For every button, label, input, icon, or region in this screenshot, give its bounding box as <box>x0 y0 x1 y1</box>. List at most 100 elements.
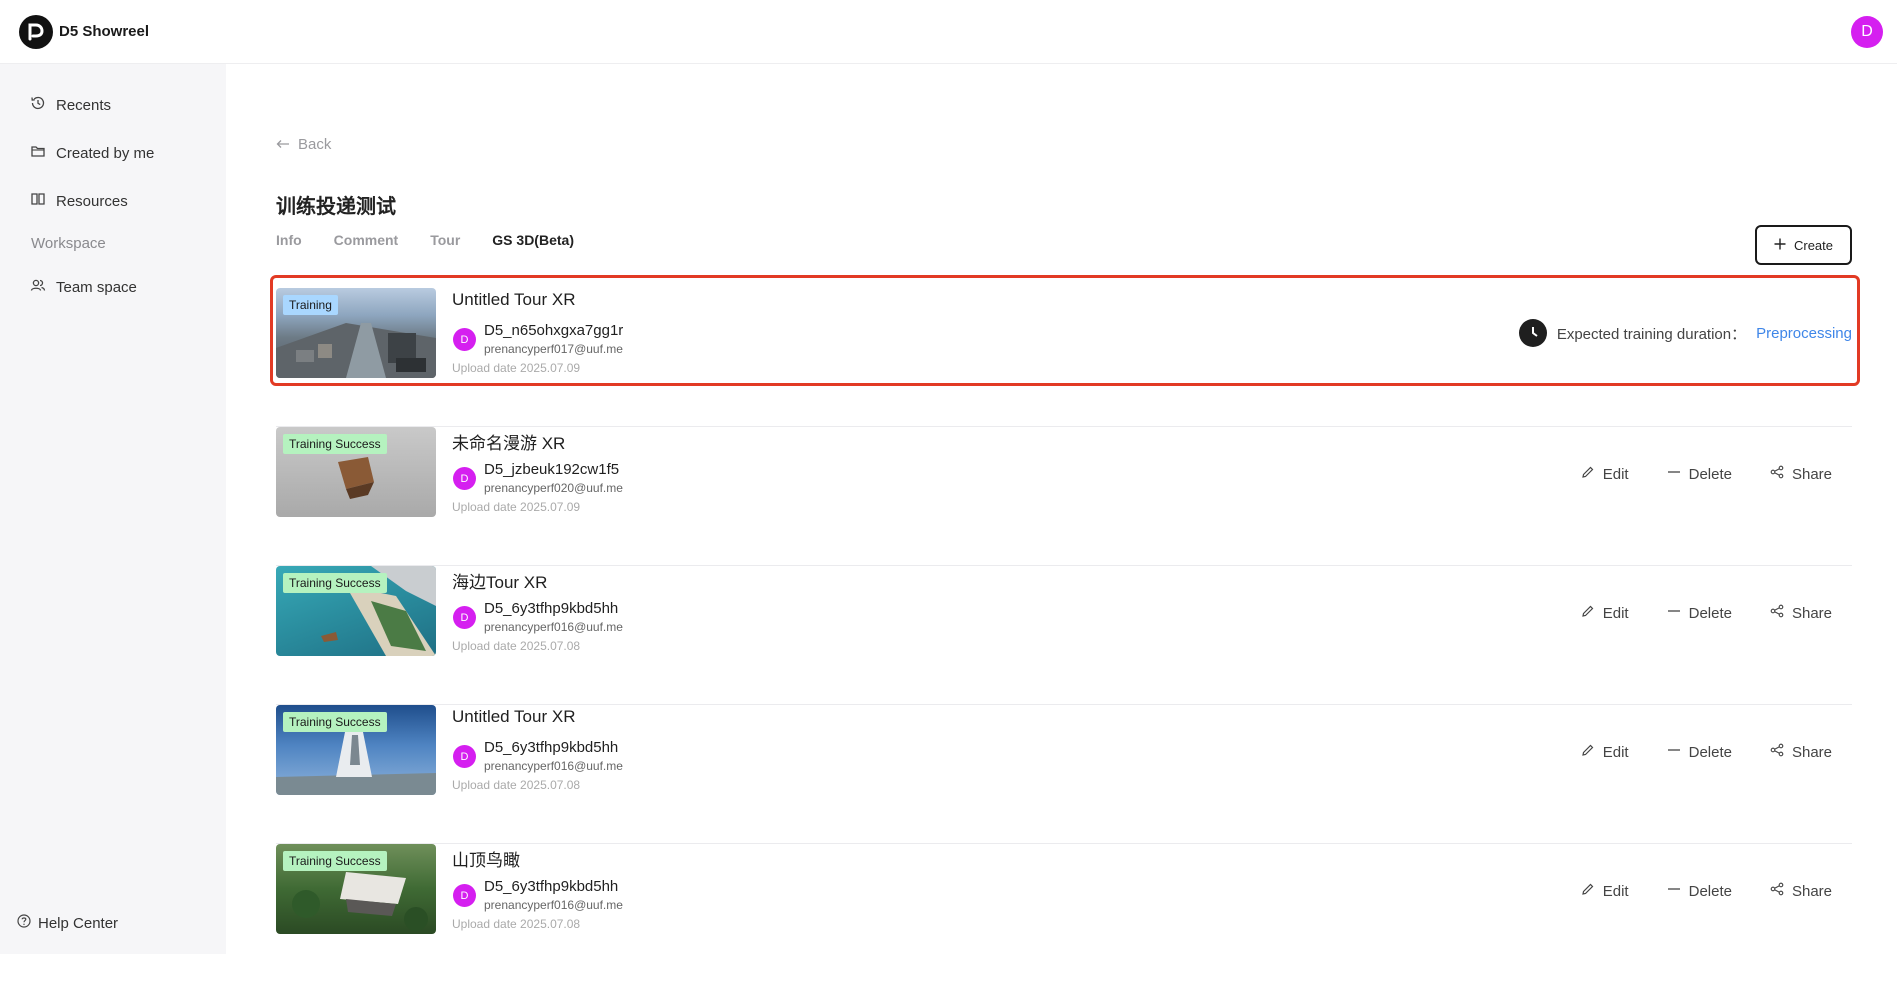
pencil-icon <box>1581 465 1595 483</box>
user-avatar[interactable]: D <box>1851 16 1883 48</box>
row-email: prenancyperf017@uuf.me <box>484 342 623 356</box>
thumbnail[interactable]: Training Success <box>276 566 436 656</box>
avatar: D <box>453 328 476 351</box>
edit-button[interactable]: Edit <box>1581 465 1629 483</box>
edit-label: Edit <box>1602 743 1629 761</box>
sidebar: Recents Created by me Resources Workspac… <box>0 64 226 954</box>
clock-icon <box>1518 319 1547 347</box>
sidebar-item-resources[interactable]: Resources <box>30 191 128 211</box>
list-item[interactable]: Training Success Untitled Tour XR D D5_6… <box>276 705 1852 844</box>
pencil-icon <box>1581 882 1595 900</box>
preprocessing-link[interactable]: Preprocessing <box>1756 325 1852 342</box>
upload-date: Upload date 2025.07.08 <box>452 778 581 792</box>
share-button[interactable]: Share <box>1770 882 1832 900</box>
thumbnail[interactable]: Training Success <box>276 427 436 517</box>
edit-label: Edit <box>1602 604 1629 622</box>
training-status-badge: Training <box>283 295 338 315</box>
row-title[interactable]: 海边Tour XR <box>452 568 547 593</box>
delete-label: Delete <box>1688 465 1732 483</box>
edit-button[interactable]: Edit <box>1581 743 1629 761</box>
list-item[interactable]: Training Success 海边Tour XR D D5_6y3tfhp9… <box>276 566 1852 705</box>
training-status: Expected training duration： Preprocessin… <box>1518 319 1852 347</box>
sidebar-item-created-by-me[interactable]: Created by me <box>30 143 154 163</box>
minus-icon <box>1667 604 1681 622</box>
upload-date: Upload date 2025.07.09 <box>452 500 581 514</box>
share-icon <box>1770 743 1784 761</box>
row-title[interactable]: Untitled Tour XR <box>452 290 575 310</box>
d5-logo-icon[interactable] <box>19 15 53 49</box>
back-label: Back <box>298 136 332 153</box>
tab-tour[interactable]: Tour <box>430 232 460 248</box>
thumbnail[interactable]: Training Success <box>276 705 436 795</box>
row-email: prenancyperf020@uuf.me <box>484 481 623 495</box>
row-username: D5_6y3tfhp9kbd5hh <box>484 600 619 617</box>
avatar: D <box>453 606 476 629</box>
share-icon <box>1770 882 1784 900</box>
avatar: D <box>453 745 476 768</box>
training-success-badge: Training Success <box>283 573 387 593</box>
avatar: D <box>453 884 476 907</box>
tab-gs-3d[interactable]: GS 3D(Beta) <box>492 232 574 248</box>
history-icon <box>30 95 46 115</box>
training-success-badge: Training Success <box>283 434 387 454</box>
create-button[interactable]: Create <box>1755 225 1852 265</box>
back-button[interactable]: Back <box>276 136 331 153</box>
help-icon <box>17 914 31 932</box>
row-title[interactable]: 未命名漫游 XR <box>452 429 565 454</box>
row-username: D5_n65ohxgxa7gg1r <box>484 322 624 339</box>
row-email: prenancyperf016@uuf.me <box>484 759 623 773</box>
row-actions: Edit Delete Share <box>1581 882 1832 900</box>
folder-icon <box>30 143 46 163</box>
arrow-left-icon <box>276 136 290 153</box>
delete-button[interactable]: Delete <box>1667 604 1732 622</box>
training-success-badge: Training Success <box>283 712 387 732</box>
sidebar-item-team-space[interactable]: Team space <box>30 277 137 297</box>
row-username: D5_6y3tfhp9kbd5hh <box>484 878 619 895</box>
main-content: Back 训练投递测试 Info Comment Tour GS 3D(Beta… <box>226 64 1897 954</box>
delete-button[interactable]: Delete <box>1667 465 1732 483</box>
delete-button[interactable]: Delete <box>1667 882 1732 900</box>
list-item[interactable]: Training Untitled Tour XR D D5_n65ohxgxa… <box>270 275 1860 427</box>
delete-label: Delete <box>1688 604 1732 622</box>
pencil-icon <box>1581 743 1595 761</box>
delete-label: Delete <box>1688 882 1732 900</box>
book-icon <box>30 191 46 211</box>
list-item[interactable]: Training Success 未命名漫游 XR D D5_jzbeuk192… <box>276 427 1852 566</box>
list-item[interactable]: Training Success 山顶鸟瞰 D D5_6y3tfhp9kbd5h… <box>276 844 1852 983</box>
pencil-icon <box>1581 604 1595 622</box>
upload-date: Upload date 2025.07.08 <box>452 639 581 653</box>
share-button[interactable]: Share <box>1770 743 1832 761</box>
row-username: D5_6y3tfhp9kbd5hh <box>484 739 619 756</box>
delete-button[interactable]: Delete <box>1667 743 1732 761</box>
tab-comment[interactable]: Comment <box>334 232 399 248</box>
sidebar-item-label: Recents <box>56 96 112 114</box>
sidebar-item-label: Resources <box>56 192 128 210</box>
help-center-label: Help Center <box>38 914 119 932</box>
tab-info[interactable]: Info <box>276 232 302 248</box>
plus-icon <box>1774 238 1786 253</box>
row-email: prenancyperf016@uuf.me <box>484 898 623 912</box>
edit-button[interactable]: Edit <box>1581 882 1629 900</box>
app-title: D5 Showreel <box>59 23 150 40</box>
share-label: Share <box>1791 604 1832 622</box>
help-center-link[interactable]: Help Center <box>17 914 118 932</box>
thumbnail[interactable]: Training Success <box>276 844 436 934</box>
row-title[interactable]: Untitled Tour XR <box>452 707 575 727</box>
row-actions: Edit Delete Share <box>1581 465 1832 483</box>
share-button[interactable]: Share <box>1770 604 1832 622</box>
sidebar-item-label: Team space <box>56 278 137 296</box>
share-button[interactable]: Share <box>1770 465 1832 483</box>
row-title[interactable]: 山顶鸟瞰 <box>452 846 520 871</box>
edit-label: Edit <box>1602 882 1629 900</box>
top-bar: D5 Showreel D <box>0 0 1897 64</box>
avatar: D <box>453 467 476 490</box>
create-label: Create <box>1793 237 1834 253</box>
upload-date: Upload date 2025.07.09 <box>452 361 581 375</box>
minus-icon <box>1667 743 1681 761</box>
row-username: D5_jzbeuk192cw1f5 <box>484 461 620 478</box>
expected-duration-label: Expected training duration： <box>1556 325 1747 343</box>
thumbnail[interactable]: Training <box>276 288 436 378</box>
edit-button[interactable]: Edit <box>1581 604 1629 622</box>
share-icon <box>1770 465 1784 483</box>
sidebar-item-recents[interactable]: Recents <box>30 95 111 115</box>
